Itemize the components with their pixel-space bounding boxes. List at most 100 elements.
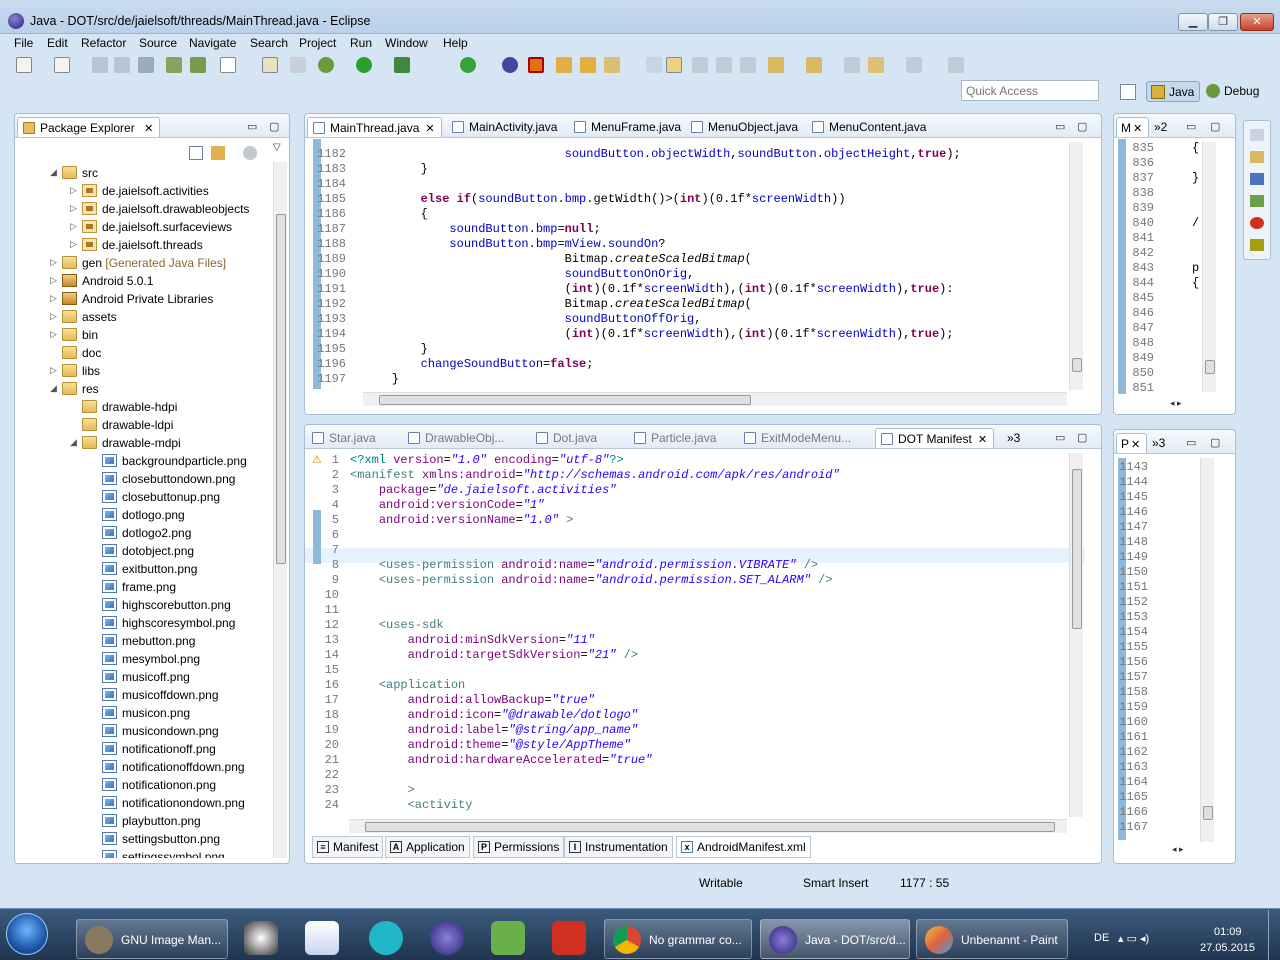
java-editor-vscroll[interactable]	[1069, 142, 1083, 390]
run-icon[interactable]	[356, 57, 372, 73]
clock-date[interactable]: 27.05.2015	[1200, 942, 1255, 954]
tree-item[interactable]: drawable-ldpi	[15, 416, 273, 434]
run-external-icon[interactable]	[394, 57, 410, 73]
minimize-view-icon[interactable]: ▭	[247, 120, 257, 133]
stop-icon[interactable]	[528, 57, 544, 73]
menu-help[interactable]: Help	[443, 36, 468, 50]
perspective-icon[interactable]	[502, 57, 518, 73]
tree-item[interactable]: settingssymbol.png	[15, 848, 273, 858]
clock-time[interactable]: 01:09	[1214, 926, 1242, 938]
collapsed-arrow-icon[interactable]: ▷	[70, 221, 77, 232]
console-icon[interactable]	[1250, 173, 1264, 185]
collapsed-arrow-icon[interactable]: ▷	[50, 329, 57, 340]
tab-menuframe[interactable]: MenuFrame.java	[569, 117, 687, 137]
tree-item[interactable]: mebutton.png	[15, 632, 273, 650]
right-bottom-vthumb[interactable]	[1203, 806, 1213, 820]
new-class-icon[interactable]	[460, 57, 476, 73]
menu-project[interactable]: Project	[299, 36, 336, 50]
tree-item[interactable]: notificationoff.png	[15, 740, 273, 758]
tab-overflow[interactable]: »3	[1003, 428, 1026, 448]
tree-item[interactable]: notificationon.png	[15, 776, 273, 794]
eclipse-launcher-icon[interactable]	[430, 921, 464, 955]
tree-item[interactable]: ▷ de.jaielsoft.drawableobjects	[15, 200, 273, 218]
scroll-left-icon[interactable]: ◂ ▸	[1172, 844, 1184, 855]
last-edit-icon[interactable]	[844, 57, 860, 73]
minimize-view-icon[interactable]: ▭	[1055, 431, 1065, 444]
tab-overflow[interactable]: »3	[1150, 433, 1171, 453]
tree-item[interactable]: notificationondown.png	[15, 794, 273, 812]
tab-m-editor[interactable]: M ✕	[1116, 117, 1150, 137]
tree-item[interactable]: ▷ gen [Generated Java Files]	[15, 254, 273, 272]
scroll-left-icon[interactable]: ◂ ▸	[1170, 398, 1182, 409]
task-eclipse[interactable]: Java - DOT/src/d...	[760, 919, 910, 959]
view-menu-icon[interactable]	[243, 146, 257, 160]
tree-item[interactable]: frame.png	[15, 578, 273, 596]
collapsed-arrow-icon[interactable]: ▷	[50, 311, 57, 322]
maximize-view-icon[interactable]: ▢	[1210, 120, 1220, 133]
open-perspective-icon[interactable]	[1120, 84, 1136, 100]
expanded-arrow-icon[interactable]: ◢	[70, 437, 77, 448]
android-sdk-icon[interactable]	[166, 57, 182, 73]
tree-item[interactable]: highscoresymbol.png	[15, 614, 273, 632]
menu-navigate[interactable]: Navigate	[189, 36, 236, 50]
tree-item[interactable]: dotobject.png	[15, 542, 273, 560]
problems-icon[interactable]	[1250, 217, 1264, 229]
tree-item[interactable]: ◢ res	[15, 380, 273, 398]
expanded-arrow-icon[interactable]: ◢	[50, 383, 57, 394]
tab-mainthread[interactable]: MainThread.java ✕	[307, 117, 442, 137]
tab-particle[interactable]: Particle.java	[629, 428, 722, 448]
tree-item[interactable]: exitbutton.png	[15, 560, 273, 578]
close-tab-icon[interactable]: ✕	[1133, 123, 1142, 135]
expanded-arrow-icon[interactable]: ◢	[50, 167, 57, 178]
search-tool-icon[interactable]	[646, 57, 662, 73]
tasks-icon[interactable]	[1250, 151, 1264, 163]
link-editor-icon[interactable]	[211, 146, 225, 160]
tab-exitmodemenu[interactable]: ExitModeMenu...	[739, 428, 857, 448]
tree-item[interactable]: highscorebutton.png	[15, 596, 273, 614]
collapsed-arrow-icon[interactable]: ▷	[50, 293, 57, 304]
poker-icon[interactable]	[552, 921, 586, 955]
collapse-all-icon[interactable]	[189, 146, 203, 160]
menu-edit[interactable]: Edit	[47, 36, 68, 50]
right-top-vthumb[interactable]	[1205, 360, 1215, 374]
tray-icons[interactable]: ▴ ▭ ◂)	[1118, 932, 1149, 945]
logcat-icon[interactable]	[1250, 239, 1264, 251]
xml-editor-hthumb[interactable]	[365, 822, 1055, 832]
task-gimp[interactable]: GNU Image Man...	[76, 919, 228, 959]
debug-icon[interactable]	[318, 57, 334, 73]
tree-item[interactable]: ▷ de.jaielsoft.surfaceviews	[15, 218, 273, 236]
chevron-down-icon[interactable]: ▽	[273, 142, 281, 153]
menu-window[interactable]: Window	[385, 36, 428, 50]
menu-file[interactable]: File	[14, 36, 33, 50]
tree-scroll-thumb[interactable]	[276, 214, 286, 564]
tree-item[interactable]: backgroundparticle.png	[15, 452, 273, 470]
tree-item[interactable]: mesymbol.png	[15, 650, 273, 668]
print-icon[interactable]	[138, 57, 154, 73]
maximize-view-icon[interactable]: ▢	[1077, 120, 1087, 133]
right-bottom-vscroll[interactable]	[1200, 458, 1214, 842]
mark-occurrences-icon[interactable]	[666, 57, 682, 73]
minimize-view-icon[interactable]: ▭	[1186, 436, 1196, 449]
tree-item[interactable]: musicon.png	[15, 704, 273, 722]
outline-icon[interactable]	[1250, 195, 1264, 207]
tree-item[interactable]: ▷ de.jaielsoft.threads	[15, 236, 273, 254]
tab-dot[interactable]: Dot.java	[531, 428, 603, 448]
pin-editor-icon[interactable]	[948, 57, 964, 73]
tab-overflow[interactable]: »2	[1152, 117, 1173, 137]
tab-drawableobj[interactable]: DrawableObj...	[403, 428, 510, 448]
xml-editor-hscroll[interactable]	[349, 819, 1067, 833]
tree-item[interactable]: closebuttonup.png	[15, 488, 273, 506]
perspective-debug[interactable]: Debug	[1202, 81, 1264, 102]
skip-breakpoints-icon[interactable]	[290, 57, 306, 73]
tab-dot-manifest[interactable]: DOT Manifest ✕	[875, 428, 995, 448]
tree-item[interactable]: ▷ de.jaielsoft.activities	[15, 182, 273, 200]
close-button[interactable]: ✕	[1240, 13, 1274, 31]
tab-p-editor[interactable]: P ✕	[1116, 433, 1148, 453]
next-annotation-icon[interactable]	[768, 57, 784, 73]
maximize-button[interactable]: ❐	[1208, 13, 1238, 31]
tree-item[interactable]: dotlogo.png	[15, 506, 273, 524]
collapsed-arrow-icon[interactable]: ▷	[50, 275, 57, 286]
open-folder-icon[interactable]	[556, 57, 572, 73]
tab-application[interactable]: A Application	[385, 836, 470, 858]
tree-item[interactable]: musicoff.png	[15, 668, 273, 686]
